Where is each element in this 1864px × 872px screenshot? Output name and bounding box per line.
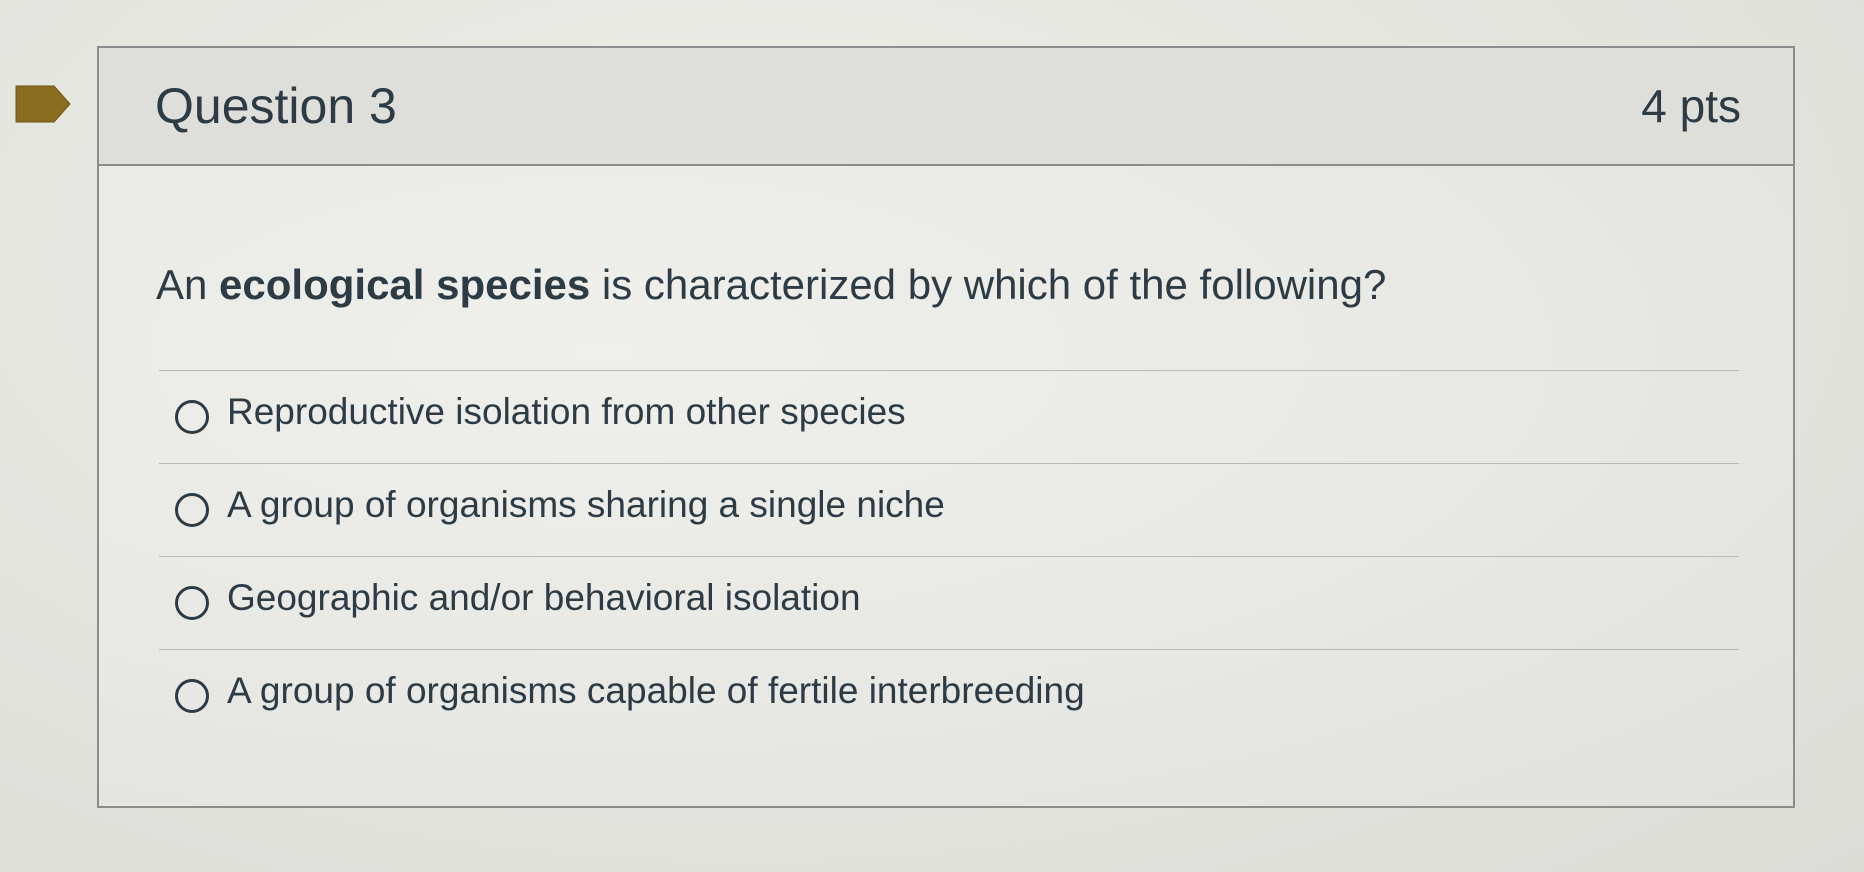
question-card: Question 3 4 pts An ecological species i… [97,46,1795,808]
question-header: Question 3 4 pts [99,48,1793,166]
question-title: Question 3 [155,78,397,134]
answer-option[interactable]: A group of organisms capable of fertile … [159,650,1739,742]
answer-label[interactable]: Reproductive isolation from other specie… [227,390,906,434]
radio-circle-icon[interactable] [175,679,209,713]
radio-circle-icon[interactable] [175,586,209,620]
answer-option[interactable]: A group of organisms sharing a single ni… [159,464,1739,557]
question-text: An ecological species is characterized b… [156,258,1386,312]
answer-label[interactable]: A group of organisms sharing a single ni… [227,483,945,527]
flag-marker-icon[interactable] [14,84,72,124]
answer-option[interactable]: Reproductive isolation from other specie… [159,371,1739,464]
question-text-bold: ecological species [219,261,591,308]
radio-circle-icon[interactable] [175,493,209,527]
answer-option[interactable]: Geographic and/or behavioral isolation [159,557,1739,650]
question-text-suffix: is characterized by which of the followi… [590,261,1387,308]
question-text-prefix: An [156,261,220,308]
answer-label[interactable]: A group of organisms capable of fertile … [227,669,1085,713]
question-points: 4 pts [1641,80,1741,132]
answer-label[interactable]: Geographic and/or behavioral isolation [227,576,861,620]
answer-list: Reproductive isolation from other specie… [159,370,1739,742]
radio-circle-icon[interactable] [175,400,209,434]
